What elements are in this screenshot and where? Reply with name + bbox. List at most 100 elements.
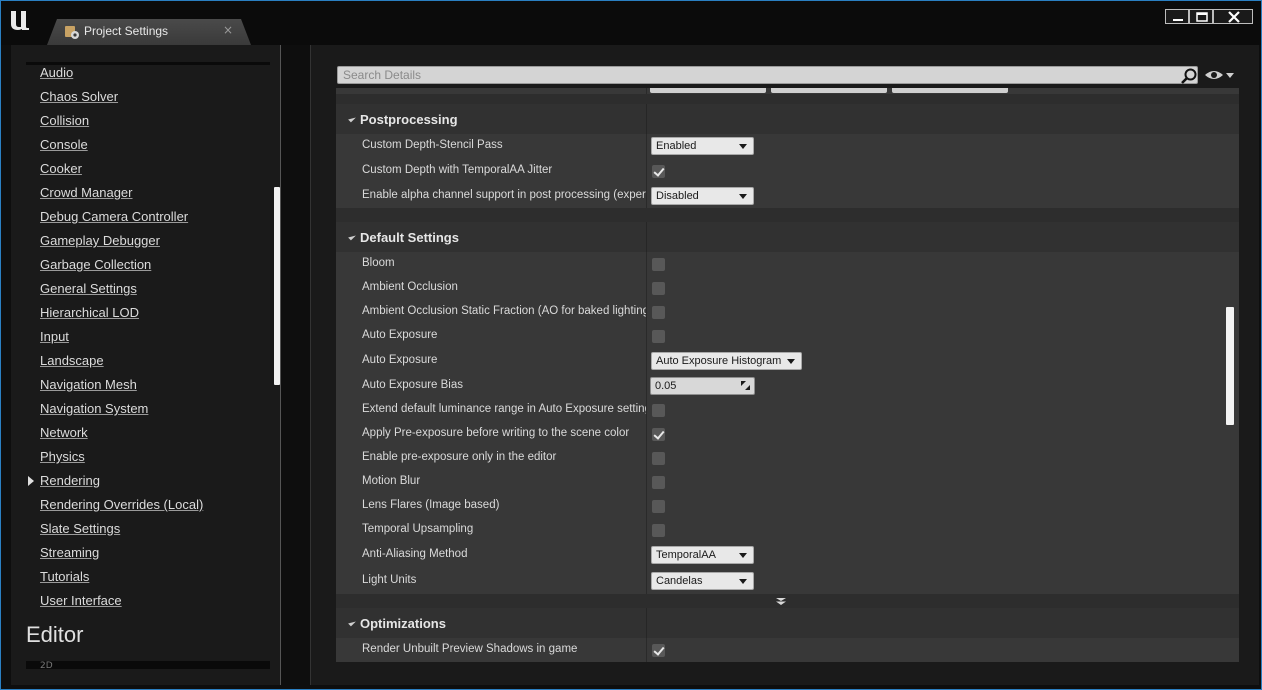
sidebar-item-user-interface[interactable]: User Interface	[40, 593, 122, 608]
dropdown-value: Enabled	[656, 140, 697, 152]
chevron-down-icon	[787, 359, 795, 364]
vector-y-field[interactable]	[771, 88, 887, 93]
property-label: Ambient Occlusion	[362, 281, 458, 293]
collapse-arrow-icon[interactable]	[348, 618, 356, 627]
view-options-eye-icon[interactable]	[1204, 68, 1234, 82]
ambient-occlusion-checkbox[interactable]	[652, 281, 665, 295]
sidebar-item-landscape[interactable]: Landscape	[40, 353, 104, 368]
sidebar-item-collision[interactable]: Collision	[40, 113, 89, 128]
sidebar-item-debug-camera-controller[interactable]: Debug Camera Controller	[40, 209, 188, 224]
category-header-postprocessing[interactable]: Postprocessing	[336, 104, 1239, 134]
dropdown-value: TemporalAA	[656, 549, 716, 561]
auto-exposure-dropdown[interactable]: Auto Exposure Histogram	[651, 352, 802, 370]
chevron-down-icon	[739, 144, 747, 149]
sidebar-item-audio[interactable]: Audio	[40, 65, 73, 80]
sidebar-item-network[interactable]: Network	[40, 425, 88, 440]
sidebar-item-navigation-mesh[interactable]: Navigation Mesh	[40, 377, 137, 392]
search-icon[interactable]	[1180, 67, 1198, 85]
sidebar-scrollbar[interactable]	[274, 187, 280, 385]
vector-x-field[interactable]	[650, 88, 766, 93]
anti-aliasing-method-dropdown[interactable]: TemporalAA	[651, 546, 754, 564]
sidebar-item-cooker[interactable]: Cooker	[40, 161, 82, 176]
property-row-render-unbuilt-preview-shadows-in-game: Render Unbuilt Preview Shadows in game	[336, 638, 1239, 662]
spin-drag-icon[interactable]	[741, 381, 750, 390]
property-label: Lens Flares (Image based)	[362, 499, 500, 511]
category-header-optimizations[interactable]: Optimizations	[336, 608, 1239, 638]
motion-blur-checkbox[interactable]	[652, 475, 665, 489]
light-units-dropdown[interactable]: Candelas	[651, 572, 754, 590]
close-icon	[1228, 11, 1240, 23]
property-row-custom-depth-with-temporalaa-jitter: Custom Depth with TemporalAA Jitter	[336, 158, 1239, 184]
sidebar-item-slate-settings[interactable]: Slate Settings	[40, 521, 120, 536]
sidebar-item-streaming[interactable]: Streaming	[40, 545, 99, 560]
sidebar-item-console[interactable]: Console	[40, 137, 88, 152]
property-label: Auto Exposure	[362, 354, 438, 366]
tab-close-icon[interactable]: ×	[223, 23, 233, 37]
sidebar-item-physics[interactable]: Physics	[40, 449, 85, 464]
category-title: Optimizations	[360, 616, 446, 631]
property-label: Anti-Aliasing Method	[362, 548, 468, 560]
property-row-auto-exposure: Auto Exposure	[336, 324, 1239, 348]
sidebar-item-hierarchical-lod[interactable]: Hierarchical LOD	[40, 305, 139, 320]
extend-default-luminance-range-in-auto-exposure-settings-checkbox[interactable]	[652, 403, 665, 417]
property-label: Auto Exposure Bias	[362, 379, 464, 391]
row-divider	[646, 398, 647, 422]
row-divider	[646, 134, 647, 158]
sidebar-item-gameplay-debugger[interactable]: Gameplay Debugger	[40, 233, 160, 248]
row-divider	[646, 348, 647, 374]
sidebar-item-rendering-overrides-local[interactable]: Rendering Overrides (Local)	[40, 497, 203, 512]
sidebar-item-input[interactable]: Input	[40, 329, 69, 344]
property-row-ambient-occlusion-static-fraction-ao-for-baked-lighting: Ambient Occlusion Static Fraction (AO fo…	[336, 300, 1239, 324]
row-divider	[646, 638, 647, 662]
ambient-occlusion-static-fraction-ao-for-baked-lighting-checkbox[interactable]	[652, 305, 665, 319]
auto-exposure-checkbox[interactable]	[652, 329, 665, 343]
tab-project-settings[interactable]: Project Settings ×	[47, 19, 251, 45]
sidebar-item-navigation-system[interactable]: Navigation System	[40, 401, 148, 416]
sidebar-item-crowd-manager[interactable]: Crowd Manager	[40, 185, 133, 200]
sidebar-item-tutorials[interactable]: Tutorials	[40, 569, 89, 584]
render-unbuilt-preview-shadows-in-game-checkbox[interactable]	[652, 643, 665, 657]
number-value: 0.05	[655, 380, 677, 392]
apply-pre-exposure-before-writing-to-the-scene-color-checkbox[interactable]	[652, 427, 665, 441]
collapse-arrow-icon[interactable]	[348, 114, 356, 123]
property-label: Apply Pre-exposure before writing to the…	[362, 427, 630, 439]
sidebar-peek-item: 2D	[40, 661, 53, 671]
vector-z-field[interactable]	[892, 88, 1008, 93]
sidebar-item-general-settings[interactable]: General Settings	[40, 281, 137, 296]
details-scrollbar[interactable]	[1226, 307, 1234, 425]
unreal-engine-logo-icon[interactable]	[7, 7, 33, 33]
auto-exposure-bias-number-input[interactable]: 0.05	[650, 377, 755, 395]
custom-depth-with-temporalaa-jitter-checkbox[interactable]	[652, 164, 665, 178]
enable-pre-exposure-only-in-the-editor-checkbox[interactable]	[652, 451, 665, 465]
column-divider	[646, 222, 647, 252]
sidebar-item-garbage-collection[interactable]: Garbage Collection	[40, 257, 151, 272]
maximize-button[interactable]	[1189, 9, 1213, 24]
search-box[interactable]	[337, 66, 1198, 84]
row-divider	[646, 494, 647, 518]
property-label: Enable alpha channel support in post pro…	[362, 189, 646, 201]
selected-expand-arrow-icon[interactable]	[28, 476, 34, 486]
row-divider	[646, 422, 647, 446]
custom-depth-stencil-pass-dropdown[interactable]: Enabled	[651, 137, 754, 155]
temporal-upsampling-checkbox[interactable]	[652, 523, 665, 537]
show-advanced-bar[interactable]	[336, 594, 1239, 608]
close-window-button[interactable]	[1213, 9, 1253, 24]
collapse-arrow-icon[interactable]	[348, 232, 356, 241]
sidebar-item-rendering[interactable]: Rendering	[40, 473, 100, 488]
search-input[interactable]	[338, 67, 1197, 83]
expand-advanced-icon[interactable]	[775, 597, 787, 606]
property-row-bloom: Bloom	[336, 252, 1239, 276]
project-settings-window: Project Settings × Audio Chaos Solver Coll…	[0, 0, 1262, 690]
row-gap	[336, 94, 1239, 104]
lens-flares-image-based-checkbox[interactable]	[652, 499, 665, 513]
property-label: Light Units	[362, 574, 417, 586]
sidebar-item-chaos-solver[interactable]: Chaos Solver	[40, 89, 118, 104]
settings-gear-icon	[65, 26, 79, 39]
bloom-checkbox[interactable]	[652, 257, 665, 271]
row-divider	[646, 252, 647, 276]
property-label: Temporal Upsampling	[362, 523, 474, 535]
enable-alpha-channel-support-in-post-processing-experimental-dropdown[interactable]: Disabled	[651, 187, 754, 205]
maximize-icon	[1196, 12, 1208, 22]
minimize-button[interactable]	[1165, 9, 1189, 24]
category-header-default-settings[interactable]: Default Settings	[336, 222, 1239, 252]
